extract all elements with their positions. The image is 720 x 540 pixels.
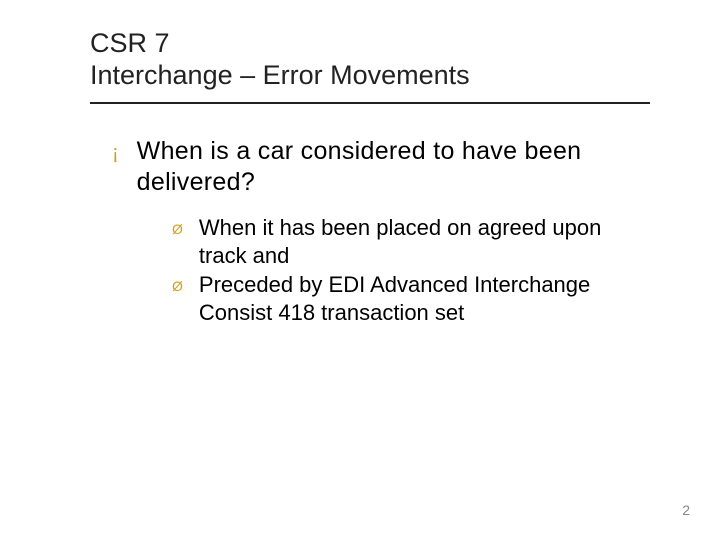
level2-list: Ø When it has been placed on agreed upon… bbox=[172, 214, 660, 326]
title-line-1: CSR 7 bbox=[90, 28, 660, 60]
level2-text: Preceded by EDI Advanced Interchange Con… bbox=[199, 271, 630, 326]
title-underline bbox=[90, 102, 650, 104]
level1-text: When is a car considered to have been de… bbox=[137, 136, 640, 199]
level2-text: When it has been placed on agreed upon t… bbox=[199, 214, 630, 269]
title-line-2: Interchange – Error Movements bbox=[90, 60, 660, 92]
list-item: Ø When it has been placed on agreed upon… bbox=[172, 214, 630, 269]
list-item: Ø Preceded by EDI Advanced Interchange C… bbox=[172, 271, 630, 326]
circle-bullet-icon: ¡ bbox=[112, 140, 119, 166]
slide: CSR 7 Interchange – Error Movements ¡ Wh… bbox=[0, 0, 720, 540]
page-number: 2 bbox=[682, 502, 690, 518]
slide-title: CSR 7 Interchange – Error Movements bbox=[90, 28, 660, 92]
list-item: ¡ When is a car considered to have been … bbox=[112, 136, 640, 199]
arrow-bullet-icon: Ø bbox=[172, 221, 183, 238]
arrow-bullet-icon: Ø bbox=[172, 278, 183, 295]
level1-bullet: ¡ When is a car considered to have been … bbox=[112, 136, 660, 199]
